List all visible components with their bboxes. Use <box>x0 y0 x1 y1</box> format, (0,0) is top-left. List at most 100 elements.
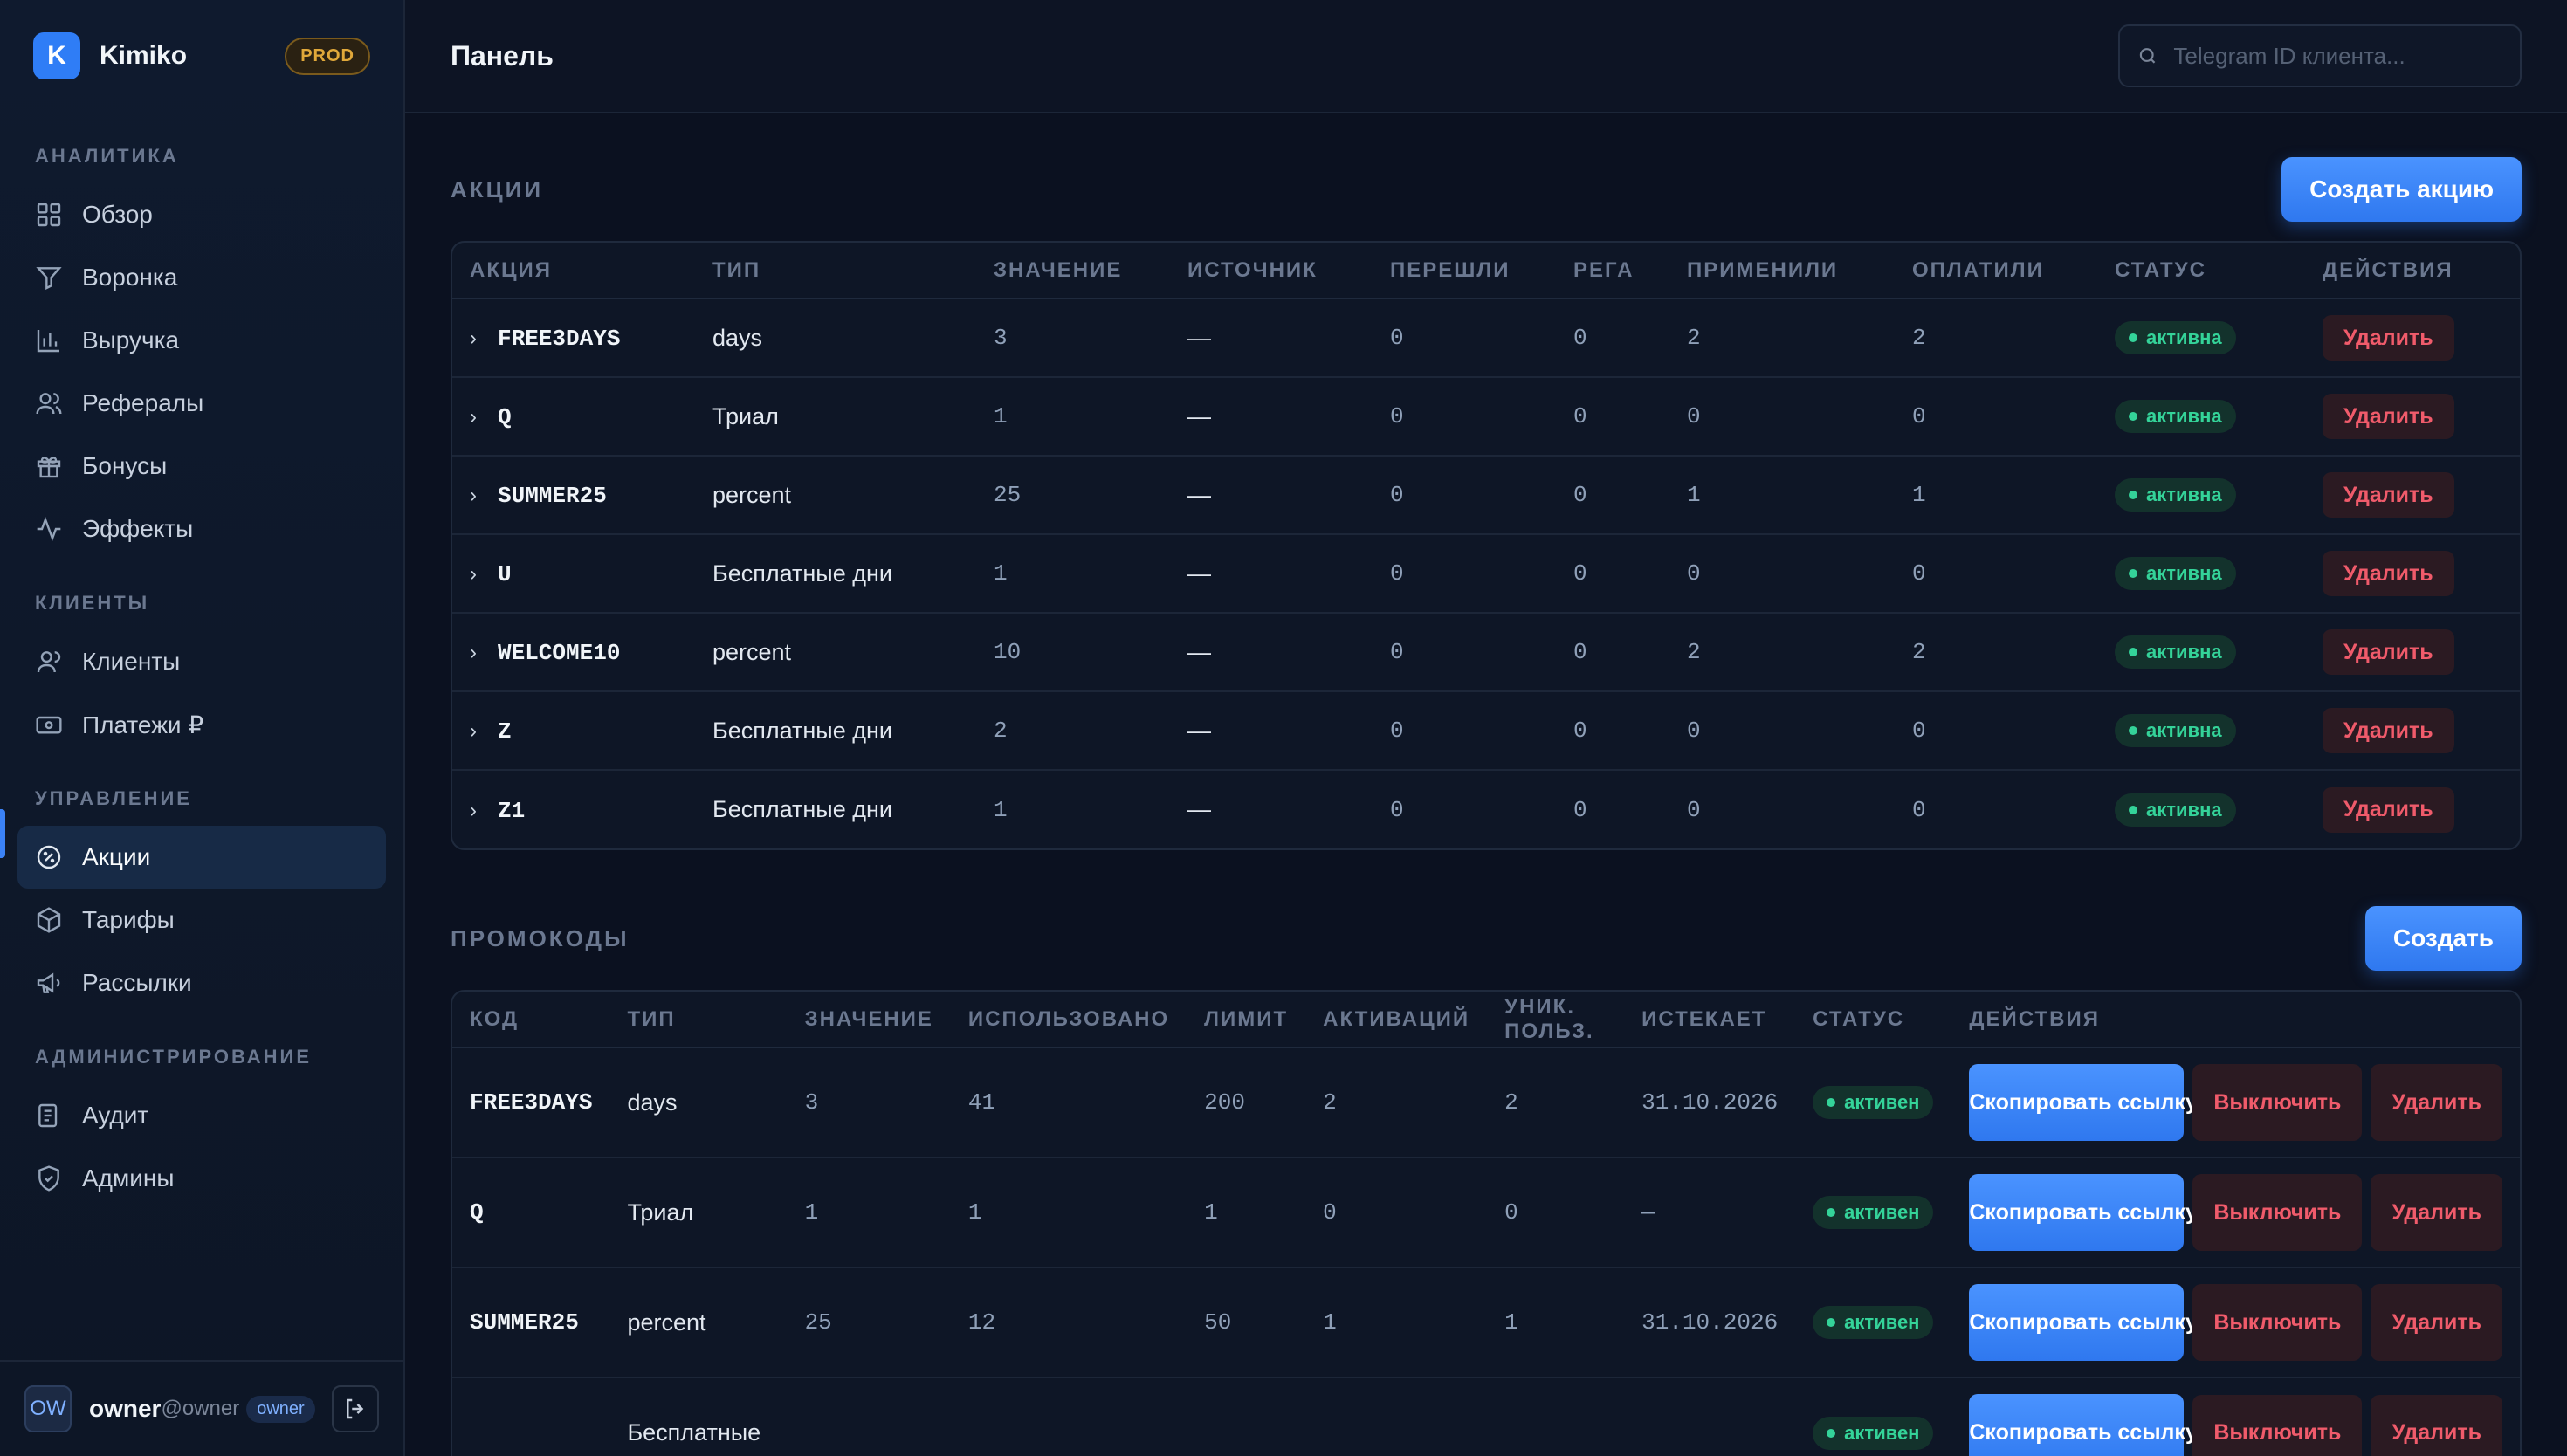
grid-icon <box>37 203 61 227</box>
avatar[interactable]: OW <box>24 1385 72 1432</box>
table-row[interactable]: › Q Триал 1—0 0 0 0 активна Удалить <box>452 377 2520 457</box>
search-input[interactable] <box>2173 42 2502 70</box>
delete-button[interactable]: Удалить <box>2371 1394 2502 1456</box>
create-action-button[interactable]: Создать акцию <box>2281 157 2522 222</box>
chevron-right-icon[interactable]: › <box>470 562 485 587</box>
cell-type: percent <box>609 1267 788 1378</box>
copy-link-button[interactable]: Скопировать ссылку <box>1969 1283 2198 1361</box>
sidebar-item-payments[interactable]: Платежи ₽ <box>17 693 386 756</box>
column-header: ТИП <box>695 243 976 299</box>
cell-action-code: › Q <box>452 377 695 457</box>
status-label: активна <box>2146 562 2222 584</box>
promo-table: КОД ТИП ЗНАЧЕНИЕ ИСПОЛЬЗОВАНО ЛИМИТ АКТИВАЦИЙ… <box>452 992 2520 1456</box>
delete-button[interactable]: Удалить <box>2323 315 2454 361</box>
sidebar-item-overview[interactable]: Обзор <box>17 183 386 246</box>
delete-button[interactable]: Удалить <box>2323 786 2454 833</box>
logout-button[interactable] <box>332 1385 379 1432</box>
sidebar-item-effects[interactable]: Эффекты <box>17 498 386 560</box>
chevron-right-icon[interactable]: › <box>470 405 485 429</box>
sidebar-item-bonuses[interactable]: Бонусы <box>17 435 386 498</box>
cell-value <box>788 1377 951 1456</box>
delete-button[interactable]: Удалить <box>2323 708 2454 753</box>
cell-source: — <box>1170 299 1373 378</box>
sidebar-item-referrals[interactable]: Рефералы <box>17 372 386 435</box>
sidebar-item-mailings[interactable]: Рассылки <box>17 951 386 1014</box>
sidebar-item-revenue[interactable]: Выручка <box>17 309 386 372</box>
disable-button[interactable]: Выключить <box>2192 1394 2363 1456</box>
cell-status: активен <box>1795 1047 1952 1158</box>
cell-action-code: › SUMMER25 <box>452 456 695 535</box>
cell-used: 12 <box>950 1267 1187 1378</box>
sidebar-item-label: Админы <box>82 1164 175 1192</box>
status-label: активна <box>2146 405 2222 427</box>
column-header: АКТИВАЦИЙ <box>1305 992 1488 1048</box>
delete-button[interactable]: Удалить <box>2323 551 2454 596</box>
table-row[interactable]: › FREE3DAYS days 3—0 0 2 2 активна Удалить <box>452 299 2520 378</box>
cell-value: 1 <box>976 534 1170 614</box>
delete-button[interactable]: Удалить <box>2323 629 2454 675</box>
table-row[interactable]: › WELCOME10 percent 10—0 0 2 2 активна Удалить <box>452 613 2520 692</box>
disable-button[interactable]: Выключить <box>2192 1064 2363 1142</box>
sidebar-item-admins[interactable]: Админы <box>17 1147 386 1210</box>
sidebar-item-label: Эффекты <box>82 515 194 542</box>
delete-button[interactable]: Удалить <box>2323 472 2454 518</box>
delete-button[interactable]: Удалить <box>2371 1064 2502 1142</box>
sidebar-item-clients[interactable]: Клиенты <box>17 630 386 693</box>
copy-link-button[interactable]: Скопировать ссылку <box>1969 1063 2198 1141</box>
disable-button[interactable]: Выключить <box>2192 1174 2363 1252</box>
chevron-right-icon[interactable]: › <box>470 641 485 665</box>
cell-clicked: 0 <box>1373 613 1556 692</box>
chevron-right-icon[interactable]: › <box>470 799 485 823</box>
cell-status: активна <box>2097 770 2305 848</box>
copy-link-button[interactable]: Скопировать ссылку <box>1969 1394 2198 1456</box>
cell-used: 41 <box>950 1047 1187 1158</box>
cell-type: percent <box>695 613 976 692</box>
cell-actions: Скопировать ссылку Выключить Удалить <box>1951 1267 2520 1378</box>
copy-link-button[interactable]: Скопировать ссылку <box>1969 1173 2198 1251</box>
brand-name: Kimiko <box>100 41 188 70</box>
table-row[interactable]: › Z Бесплатные дни 2—0 0 0 0 активна Удалить <box>452 691 2520 771</box>
sidebar-item-label: Рассылки <box>82 969 192 996</box>
table-row[interactable]: › Z1 Бесплатные дни 1 — 0 0 0 0 активна Удалить <box>452 770 2520 848</box>
cell-source: — <box>1170 377 1373 457</box>
cell-actions: Скопировать ссылку Выключить Удалить <box>1951 1157 2520 1268</box>
status-dot <box>2129 491 2137 499</box>
nav-section-analytics: АНАЛИТИКА <box>35 145 179 167</box>
chevron-right-icon[interactable]: › <box>470 719 485 744</box>
cell-clicked: 0 <box>1373 377 1556 457</box>
cell-status: активна <box>2097 691 2305 771</box>
chevron-right-icon[interactable]: › <box>470 326 485 351</box>
sidebar-item-funnel[interactable]: Воронка <box>17 246 386 309</box>
sidebar-item-tariffs[interactable]: Тарифы <box>17 889 386 951</box>
delete-button[interactable]: Удалить <box>2371 1284 2502 1362</box>
cell-type: Бесплатные <box>627 1419 761 1446</box>
delete-button[interactable]: Удалить <box>2371 1174 2502 1252</box>
search-box[interactable] <box>2118 24 2522 87</box>
cell-clicked: 0 <box>1390 796 1404 823</box>
cell-paid: 2 <box>1895 613 2097 692</box>
column-header: ИСПОЛЬЗОВАНО <box>950 992 1187 1048</box>
table-row[interactable]: › SUMMER25 percent 25—0 0 1 1 активна Удалить <box>452 456 2520 535</box>
table-row[interactable]: Q Триал 1 1 1 0 0— активен Скопировать ссылку Вык… <box>452 1157 2520 1268</box>
chevron-right-icon[interactable]: › <box>470 484 485 508</box>
sidebar-item-actions[interactable]: Акции <box>17 826 386 889</box>
cell-applied: 2 <box>1669 613 1895 692</box>
cell-reg: 0 <box>1556 534 1669 614</box>
table-row[interactable]: SUMMER25 percent 25 12 50 1 1 31.10.2026 активен… <box>452 1267 2520 1378</box>
cell-actions: Удалить <box>2305 299 2520 378</box>
table-row[interactable]: Бесплатные активен Скопировать ссылку Выклю… <box>452 1377 2520 1456</box>
create-promo-button[interactable]: Создать <box>2364 906 2522 971</box>
delete-button[interactable]: Удалить <box>2323 394 2454 439</box>
sidebar-item-audit[interactable]: Аудит <box>17 1084 386 1147</box>
table-row[interactable]: FREE3DAYS days 3 41 200 2 2 31.10.2026 активен Ск… <box>452 1047 2520 1158</box>
table-row[interactable]: › U Бесплатные дни 1—0 0 0 0 активна Удалить <box>452 534 2520 614</box>
column-header: ТИП <box>609 992 788 1048</box>
column-header: ОПЛАТИЛИ <box>1895 243 2097 299</box>
cell-actions: Удалить <box>2305 691 2520 771</box>
column-header: ПЕРЕШЛИ <box>1373 243 1556 299</box>
status-label: активен <box>1844 1421 1920 1444</box>
search-icon <box>2139 48 2156 64</box>
logo[interactable]: K <box>33 32 80 79</box>
users-icon <box>36 393 62 415</box>
disable-button[interactable]: Выключить <box>2192 1284 2363 1362</box>
